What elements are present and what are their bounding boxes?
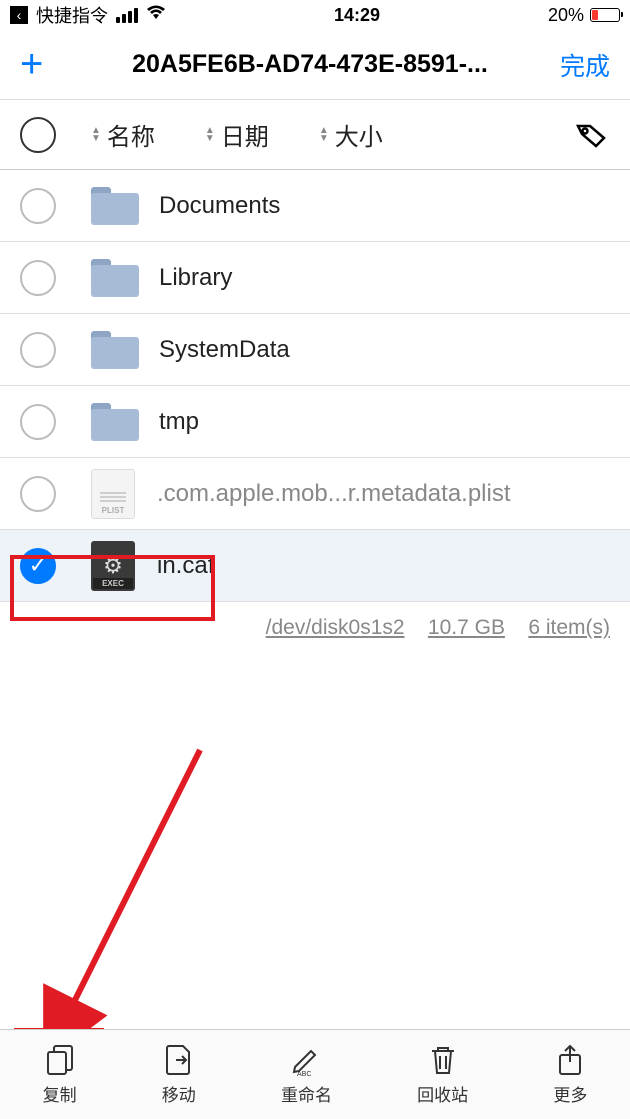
file-name-label: .com.apple.mob...r.metadata.plist bbox=[157, 480, 511, 508]
trash-label: 回收站 bbox=[417, 1081, 468, 1106]
sort-arrows-icon: ▲▼ bbox=[91, 127, 101, 143]
item-count: 6 item(s) bbox=[528, 616, 610, 639]
row-checkbox[interactable] bbox=[20, 260, 56, 296]
move-label: 移动 bbox=[162, 1081, 196, 1106]
move-button[interactable]: 移动 bbox=[162, 1043, 196, 1106]
folder-icon bbox=[91, 259, 139, 297]
file-list: Documents Library SystemData tmp PLIST .com.a… bbox=[0, 170, 630, 602]
file-name-label: Library bbox=[159, 264, 232, 292]
status-app-label: 快捷指令 bbox=[36, 2, 108, 28]
sort-date-label: 日期 bbox=[221, 117, 269, 152]
status-time: 14:29 bbox=[334, 5, 380, 26]
select-all-checkbox[interactable] bbox=[20, 117, 56, 153]
trash-icon bbox=[426, 1043, 460, 1077]
sort-bar: ▲▼ 名称 ▲▼ 日期 ▲▼ 大小 bbox=[0, 100, 630, 170]
exec-icon: ⚙EXEC bbox=[91, 541, 135, 591]
add-button[interactable]: + bbox=[20, 42, 60, 87]
tag-icon[interactable] bbox=[570, 112, 610, 157]
file-row[interactable]: Library bbox=[0, 242, 630, 314]
file-name-label: Documents bbox=[159, 192, 280, 220]
disk-path[interactable]: /dev/disk0s1s2 bbox=[266, 616, 405, 639]
copy-button[interactable]: 复制 bbox=[43, 1043, 77, 1106]
file-name-label: tmp bbox=[159, 408, 199, 436]
folder-icon bbox=[91, 403, 139, 441]
row-checkbox[interactable] bbox=[20, 404, 56, 440]
back-chevron-icon: ‹ bbox=[10, 6, 28, 24]
status-bar: ‹ 快捷指令 14:29 20% bbox=[0, 0, 630, 30]
more-label: 更多 bbox=[553, 1081, 587, 1106]
sort-by-date[interactable]: ▲▼ 日期 bbox=[205, 117, 269, 152]
row-checkbox[interactable] bbox=[20, 476, 56, 512]
row-checkbox[interactable] bbox=[20, 548, 56, 584]
file-name-label: SystemData bbox=[159, 336, 290, 364]
share-icon bbox=[553, 1043, 587, 1077]
file-row[interactable]: Documents bbox=[0, 170, 630, 242]
footer-info: /dev/disk0s1s2 10.7 GB 6 item(s) bbox=[0, 602, 630, 654]
rename-button[interactable]: ABC 重命名 bbox=[281, 1043, 332, 1106]
toolbar: 复制 移动 ABC 重命名 回收站 更多 bbox=[0, 1029, 630, 1119]
sort-arrows-icon: ▲▼ bbox=[205, 127, 215, 143]
battery-icon bbox=[590, 8, 620, 22]
disk-space: 10.7 GB bbox=[428, 616, 505, 639]
file-row[interactable]: ⚙EXEC in.caf bbox=[0, 530, 630, 602]
copy-icon bbox=[43, 1043, 77, 1077]
sort-size-label: 大小 bbox=[335, 117, 383, 152]
battery-percent: 20% bbox=[548, 5, 584, 26]
file-row[interactable]: SystemData bbox=[0, 314, 630, 386]
move-icon bbox=[162, 1043, 196, 1077]
file-name-label: in.caf bbox=[157, 552, 214, 580]
plist-icon: PLIST bbox=[91, 469, 135, 519]
folder-icon bbox=[91, 187, 139, 225]
more-button[interactable]: 更多 bbox=[553, 1043, 587, 1106]
folder-icon bbox=[91, 331, 139, 369]
sort-by-name[interactable]: ▲▼ 名称 bbox=[91, 117, 155, 152]
page-title: 20A5FE6B-AD74-473E-8591-... bbox=[60, 50, 560, 79]
svg-text:ABC: ABC bbox=[297, 1071, 311, 1077]
sort-arrows-icon: ▲▼ bbox=[319, 127, 329, 143]
file-row[interactable]: PLIST .com.apple.mob...r.metadata.plist bbox=[0, 458, 630, 530]
rename-label: 重命名 bbox=[281, 1081, 332, 1106]
done-button[interactable]: 完成 bbox=[560, 47, 610, 83]
sort-by-size[interactable]: ▲▼ 大小 bbox=[319, 117, 383, 152]
nav-bar: + 20A5FE6B-AD74-473E-8591-... 完成 bbox=[0, 30, 630, 100]
row-checkbox[interactable] bbox=[20, 188, 56, 224]
file-row[interactable]: tmp bbox=[0, 386, 630, 458]
row-checkbox[interactable] bbox=[20, 332, 56, 368]
sort-name-label: 名称 bbox=[107, 117, 155, 152]
trash-button[interactable]: 回收站 bbox=[417, 1043, 468, 1106]
annotation-arrow-icon bbox=[40, 740, 220, 1040]
wifi-icon bbox=[146, 5, 166, 26]
copy-label: 复制 bbox=[43, 1081, 77, 1106]
pencil-icon: ABC bbox=[289, 1043, 323, 1077]
cellular-signal-icon bbox=[116, 8, 138, 23]
